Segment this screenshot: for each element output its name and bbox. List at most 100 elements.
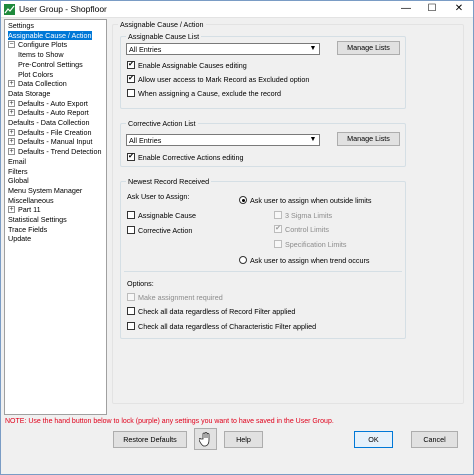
tree-item-label: Items to Show (18, 50, 64, 60)
tree-item-label: Defaults - Auto Report (18, 108, 89, 118)
options-divider (124, 271, 402, 272)
tree-item[interactable]: + Defaults - File Creation (8, 128, 92, 137)
expand-icon[interactable]: + (8, 80, 15, 88)
tree-item[interactable]: Global (8, 176, 29, 185)
spec-limits-label: Specification Limits (285, 240, 347, 249)
restore-defaults-button[interactable]: Restore Defaults (113, 431, 187, 448)
tree-item[interactable]: + Data Collection (8, 79, 67, 88)
tree-item-label: Defaults - Auto Export (18, 98, 88, 108)
expand-icon[interactable]: + (8, 128, 15, 136)
chevron-down-icon: ▼ (309, 136, 317, 143)
tree-item-label: Settings (8, 21, 34, 30)
tree-item[interactable]: + Defaults - Manual Input (8, 137, 92, 146)
tree-item-label: Defaults - File Creation (18, 127, 92, 137)
tree-item-label: Configure Plots (18, 40, 68, 50)
app-icon (4, 4, 15, 15)
user-group-window: User Group - Shopfloor — ☐ ✕ Settings Ass… (0, 0, 474, 475)
make-required-label: Make assignment required (138, 293, 223, 302)
allow-excluded-checkbox[interactable]: ✔ (127, 75, 135, 83)
window-title: User Group - Shopfloor (19, 4, 107, 14)
tree-item[interactable]: Defaults - Data Collection (8, 118, 90, 127)
enable-action-editing-checkbox[interactable]: ✔ (127, 153, 135, 161)
record-filter-checkbox[interactable] (127, 307, 135, 315)
tree-item-label: Trace Fields (8, 224, 48, 234)
tree-item-label: Menu System Manager (8, 185, 83, 195)
tree-item-label: Data Storage (8, 88, 51, 98)
tree-item[interactable]: Data Storage (8, 89, 50, 98)
corrective-action-checkbox[interactable] (127, 226, 135, 234)
tree-item[interactable]: Statistical Settings (8, 215, 67, 224)
tree-item-label: Pre-Control Settings (18, 59, 83, 69)
tree-item[interactable]: + Defaults - Auto Report (8, 108, 89, 117)
tree-item[interactable]: Plot Colors (18, 70, 53, 79)
manage-lists-cause-button[interactable]: Manage Lists (337, 41, 400, 55)
assignable-cause-dropdown[interactable]: All Entries ▼ (126, 43, 320, 55)
exclude-record-checkbox[interactable] (127, 89, 135, 97)
corrective-action-title: Corrective Action List (126, 119, 198, 128)
tree-item[interactable]: Update (8, 234, 31, 243)
tree-item-label: Data Collection (18, 79, 67, 89)
allow-excluded-label: Allow user access to Mark Record as Excl… (138, 75, 310, 84)
corrective-action-dropdown[interactable]: All Entries ▼ (126, 134, 320, 146)
tree-item[interactable]: Settings (8, 21, 34, 30)
tree-item[interactable]: Trace Fields (8, 225, 47, 234)
char-filter-checkbox[interactable] (127, 322, 135, 330)
trend-label: Ask user to assign when trend occurs (250, 256, 370, 265)
expand-icon[interactable]: + (8, 109, 15, 117)
manage-lists-action-button[interactable]: Manage Lists (337, 132, 400, 146)
ok-button[interactable]: OK (354, 431, 393, 448)
make-required-checkbox[interactable] (127, 293, 135, 301)
corrective-action-dropdown-value: All Entries (129, 136, 162, 145)
expand-icon[interactable]: + (8, 148, 15, 156)
char-filter-label: Check all data regardless of Characteris… (138, 322, 317, 331)
hand-icon (198, 432, 210, 447)
sigma-limits-checkbox[interactable] (274, 211, 282, 219)
tree-item[interactable]: Miscellaneous (8, 196, 54, 205)
tree-item[interactable]: + Defaults - Auto Export (8, 99, 88, 108)
outside-limits-radio[interactable] (239, 196, 247, 204)
expand-icon[interactable]: + (8, 206, 15, 214)
tree-item[interactable]: Items to Show (18, 50, 64, 59)
tree-item[interactable]: + Defaults - Trend Detection (8, 147, 102, 156)
tree-item[interactable]: Assignable Cause / Action (8, 30, 92, 40)
assignable-cause-checkbox[interactable] (127, 211, 135, 219)
tree-item-label: Plot Colors (18, 69, 54, 79)
tree-item[interactable]: Menu System Manager (8, 186, 82, 195)
sigma-limits-label: 3 Sigma Limits (285, 211, 333, 220)
trend-radio[interactable] (239, 256, 247, 264)
collapse-icon[interactable]: − (8, 41, 15, 49)
tree-item[interactable]: − Configure Plots (8, 40, 67, 49)
help-button[interactable]: Help (224, 431, 263, 448)
chevron-down-icon: ▼ (309, 45, 317, 52)
expand-icon[interactable]: + (8, 138, 15, 146)
close-button[interactable]: ✕ (446, 1, 472, 17)
enable-cause-editing-checkbox[interactable]: ✔ (127, 61, 135, 69)
assignable-cause-dropdown-value: All Entries (129, 45, 162, 54)
tree-item[interactable]: + Part 11 (8, 205, 41, 214)
spec-limits-checkbox[interactable] (274, 240, 282, 248)
cancel-button[interactable]: Cancel (411, 431, 458, 448)
tree-item-label: Assignable Cause / Action (8, 30, 92, 40)
tree-item-label: Update (8, 234, 32, 244)
enable-action-editing-label: Enable Corrective Actions editing (138, 153, 244, 162)
options-label: Options: (127, 279, 154, 288)
settings-tree[interactable]: Settings Assignable Cause / Action − Config… (4, 19, 107, 415)
minimize-button[interactable]: — (393, 1, 419, 17)
tree-item-label: Miscellaneous (8, 195, 54, 205)
enable-cause-editing-label: Enable Assignable Causes editing (138, 61, 247, 70)
tree-item[interactable]: Filters (8, 167, 28, 176)
maximize-button[interactable]: ☐ (419, 1, 445, 17)
lock-hand-button[interactable] (194, 428, 217, 450)
tree-item-label: Defaults - Manual Input (18, 137, 93, 147)
newest-record-title: Newest Record Received (126, 177, 212, 186)
tree-item-label: Filters (8, 166, 28, 176)
expand-icon[interactable]: + (8, 99, 15, 107)
assignable-cause-title: Assignable Cause List (126, 32, 202, 41)
tree-item-label: Global (8, 176, 29, 186)
tree-item[interactable]: Pre-Control Settings (18, 60, 83, 69)
section-title: Assignable Cause / Action (118, 20, 206, 29)
tree-item[interactable]: Email (8, 157, 26, 166)
title-bar: User Group - Shopfloor — ☐ ✕ (1, 1, 473, 18)
exclude-record-label: When assigning a Cause, exclude the reco… (138, 89, 282, 98)
control-limits-checkbox[interactable]: ✔ (274, 225, 282, 233)
